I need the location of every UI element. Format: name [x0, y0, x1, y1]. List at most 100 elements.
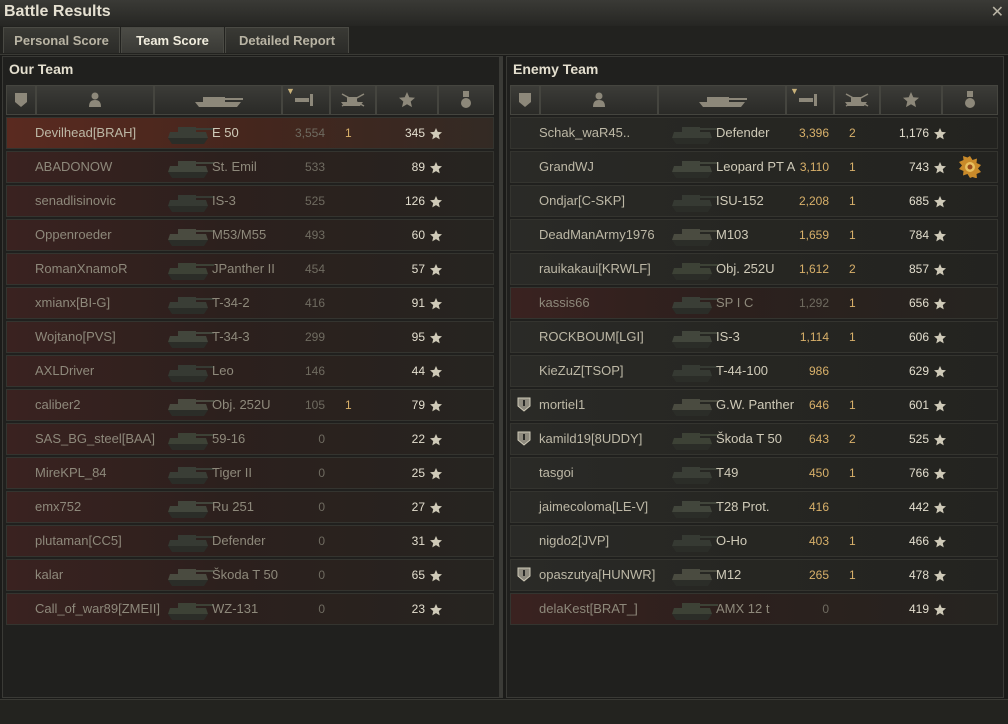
enemy-team-header: ▼	[510, 85, 998, 115]
tank-icon	[666, 596, 720, 622]
player-name: AXLDriver	[35, 363, 95, 378]
xp-star-icon	[934, 161, 946, 179]
xp-star-icon	[430, 535, 442, 553]
player-row[interactable]: mortiel1 G.W. Panther 646 1 601	[510, 389, 998, 421]
tank-icon	[162, 358, 216, 384]
player-row[interactable]: senadlisinovic IS-3 525 126	[6, 185, 494, 217]
player-row[interactable]: Schak_waR45.. Defender 3,396 2 1,176	[510, 117, 998, 149]
player-name: Devilhead[BRAH]	[35, 125, 137, 140]
our-header-damage-column[interactable]: ▼	[282, 85, 330, 115]
kills-value: 1	[849, 534, 856, 548]
player-row[interactable]: xmianx[BI-G] T-34-2 416 91	[6, 287, 494, 319]
enemy-header-player-column[interactable]	[540, 85, 658, 115]
xp-star-icon	[430, 263, 442, 281]
player-row[interactable]: RomanXnamoR JPanther II 454 57	[6, 253, 494, 285]
our-header-xp-star-column[interactable]	[376, 85, 438, 115]
player-row[interactable]: opaszutya[HUNWR] M12 265 1 478	[510, 559, 998, 591]
enemy-header-damage-column[interactable]: ▼	[786, 85, 834, 115]
player-row[interactable]: rauikakaui[KRWLF] Obj. 252U 1,612 2 857	[510, 253, 998, 285]
kills-value: 1	[345, 126, 352, 140]
player-row[interactable]: nigdo2[JVP] O-Ho 403 1 466	[510, 525, 998, 557]
tank-icon	[666, 290, 720, 316]
tank-name: St. Emil	[212, 159, 257, 174]
xp-value: 65	[411, 568, 425, 582]
player-row[interactable]: SAS_BG_steel[BAA] 59-16 0 22	[6, 423, 494, 455]
title-bar: Battle Results ✕	[0, 0, 1008, 26]
tank-icon	[666, 188, 720, 214]
our-header-tank-column[interactable]	[154, 85, 282, 115]
player-row[interactable]: ROCKBOUM[LGI] IS-3 1,114 1 606	[510, 321, 998, 353]
player-name: DeadManArmy1976	[539, 227, 655, 242]
player-row[interactable]: AXLDriver Leo 146 44	[6, 355, 494, 387]
tank-name: T-34-3	[212, 329, 250, 344]
player-row[interactable]: kalar Škoda T 50 0 65	[6, 559, 494, 591]
tank-name: WZ-131	[212, 601, 259, 616]
damage-value: 3,554	[294, 126, 325, 140]
xp-value: 91	[411, 296, 425, 310]
player-row[interactable]: caliber2 Obj. 252U 105 1 79	[6, 389, 494, 421]
xp-star-icon	[430, 127, 442, 145]
window-title: Battle Results	[4, 3, 111, 20]
tab-team-score[interactable]: Team Score	[121, 27, 224, 53]
player-name: kassis66	[539, 295, 590, 310]
player-row[interactable]: Oppenroeder M53/M55 493 60	[6, 219, 494, 251]
tank-icon	[162, 222, 216, 248]
player-row[interactable]: tasgoi T49 450 1 766	[510, 457, 998, 489]
player-name: nigdo2[JVP]	[539, 533, 610, 548]
tank-icon	[695, 92, 749, 108]
xp-star-icon	[934, 127, 946, 145]
close-icon[interactable]: ✕	[991, 2, 1004, 22]
damage-value: 450	[808, 466, 829, 480]
enemy-header-kills-column[interactable]	[834, 85, 880, 115]
our-header-medal-column[interactable]	[438, 85, 494, 115]
xp-star-icon	[934, 365, 946, 383]
player-row[interactable]: kamild19[8UDDY] Škoda T 50 643 2 525	[510, 423, 998, 455]
xp-star-icon	[934, 501, 946, 519]
enemy-header-tank-column[interactable]	[658, 85, 786, 115]
player-name: GrandWJ	[539, 159, 594, 174]
tab-detailed-report[interactable]: Detailed Report	[225, 27, 349, 53]
our-header-player-column[interactable]	[36, 85, 154, 115]
damage-value: 0	[822, 602, 829, 616]
tank-icon	[162, 290, 216, 316]
xp-value: 25	[411, 466, 425, 480]
player-row[interactable]: GrandWJ Leopard PT A 3,110 1 743	[510, 151, 998, 183]
damage-value: 493	[304, 228, 325, 242]
our-header-platoon-column[interactable]	[6, 85, 36, 115]
enemy-header-medal-column[interactable]	[942, 85, 998, 115]
tank-icon	[666, 324, 720, 350]
player-row[interactable]: jaimecoloma[LE-V] T28 Prot. 416 442	[510, 491, 998, 523]
player-row[interactable]: ABADONOW St. Emil 533 89	[6, 151, 494, 183]
tab-personal-score[interactable]: Personal Score	[3, 27, 120, 53]
xp-value: 89	[411, 160, 425, 174]
xp-star-icon	[430, 569, 442, 587]
player-row[interactable]: Call_of_war89[ZMEII] WZ-131 0 23	[6, 593, 494, 625]
player-row[interactable]: delaKest[BRAT_] AMX 12 t 0 419	[510, 593, 998, 625]
tank-icon	[162, 460, 216, 486]
player-row[interactable]: emx752 Ru 251 0 27	[6, 491, 494, 523]
player-name: kalar	[35, 567, 64, 582]
player-row[interactable]: kassis66 SP I C 1,292 1 656	[510, 287, 998, 319]
player-row[interactable]: Devilhead[BRAH] E 50 3,554 1 345	[6, 117, 494, 149]
player-name: RomanXnamoR	[35, 261, 128, 276]
player-name: KieZuZ[TSOP]	[539, 363, 624, 378]
damage-value: 416	[808, 500, 829, 514]
medal-icon[interactable]	[959, 156, 981, 179]
player-name: tasgoi	[539, 465, 574, 480]
player-name: Ondjar[C-SKP]	[539, 193, 625, 208]
tank-icon	[162, 120, 216, 146]
xp-star-icon	[430, 399, 442, 417]
tank-icon	[162, 392, 216, 418]
tank-icon	[162, 596, 216, 622]
player-row[interactable]: plutaman[CC5] Defender 0 31	[6, 525, 494, 557]
player-row[interactable]: Ondjar[C-SKP] ISU-152 2,208 1 685	[510, 185, 998, 217]
tank-icon	[666, 154, 720, 180]
player-row[interactable]: DeadManArmy1976 M103 1,659 1 784	[510, 219, 998, 251]
damage-value: 1,659	[798, 228, 829, 242]
player-row[interactable]: Wojtano[PVS] T-34-3 299 95	[6, 321, 494, 353]
our-header-kills-column[interactable]	[330, 85, 376, 115]
enemy-header-xp-star-column[interactable]	[880, 85, 942, 115]
enemy-header-platoon-column[interactable]	[510, 85, 540, 115]
player-row[interactable]: MireKPL_84 Tiger II 0 25	[6, 457, 494, 489]
player-row[interactable]: KieZuZ[TSOP] T-44-100 986 629	[510, 355, 998, 387]
